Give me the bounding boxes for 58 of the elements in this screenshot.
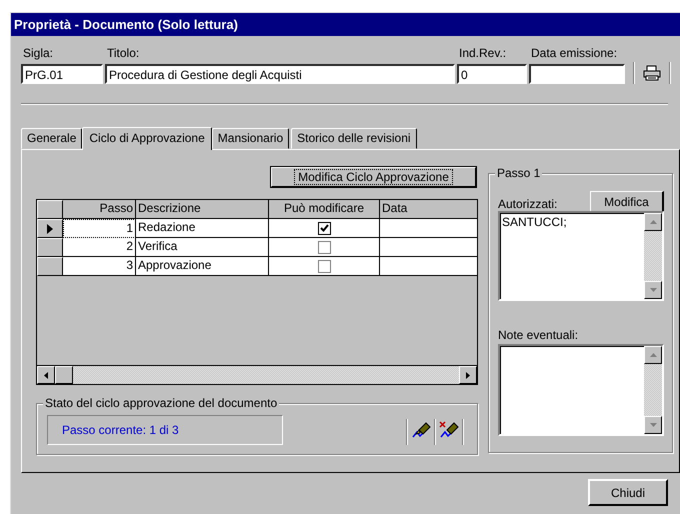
list-item[interactable]: SANTUCCI; [502,215,567,229]
scroll-up-button[interactable] [644,213,662,231]
field-label: Autorizzati: [498,197,558,211]
table-cell: 3 [63,257,136,276]
scroll-right-button[interactable] [459,366,477,384]
row-header[interactable] [37,219,63,238]
field-label: Note eventuali: [498,328,580,342]
notes-field[interactable] [498,344,664,436]
up-arrow-icon [650,353,656,357]
right-arrow-icon [466,372,470,378]
row-header[interactable] [37,238,63,257]
scroll-down-button[interactable] [644,281,662,299]
row-header [37,200,63,219]
scroll-up-button[interactable] [644,346,662,364]
printer-icon[interactable] [643,65,661,81]
row-header[interactable] [37,257,63,276]
text-field[interactable] [529,64,625,84]
vertical-scrollbar[interactable] [644,213,662,299]
group-title: Passo 1 [495,166,542,180]
up-arrow-icon [650,220,656,224]
horizontal-scrollbar[interactable] [37,365,477,384]
table-cell: Redazione [136,219,269,238]
pen-signature-icon[interactable] [411,421,431,439]
current-step-field: Passo corrente: 1 di 3 [47,415,283,445]
text-field[interactable]: 0 [457,64,527,84]
field-label: Data emissione: [530,45,618,61]
scroll-down-button[interactable] [644,416,662,434]
checkbox[interactable] [318,222,330,234]
authorized-list[interactable]: SANTUCCI; [498,211,664,301]
table-cell: Verifica [136,238,269,257]
window-title: Proprietà - Documento (Solo lettura) [11,13,680,36]
vertical-scrollbar[interactable] [644,346,662,434]
pen-cross-icon[interactable] [439,421,459,439]
field-label: Titolo: [106,45,140,61]
table-cell: Approvazione [136,257,269,276]
down-arrow-icon [650,423,656,427]
left-arrow-icon [44,372,48,378]
tab[interactable]: Ciclo di Approvazione [82,127,212,150]
tab[interactable]: Mansionario [212,128,290,149]
checkbox[interactable] [318,260,330,272]
field-label: Ind.Rev.: [458,45,508,61]
table-cell: 1 [63,219,136,238]
column-header[interactable]: Passo [63,200,136,219]
field-label: Sigla: [22,45,54,61]
scroll-thumb[interactable] [55,366,73,384]
close-button[interactable]: Chiudi [588,479,668,506]
group-title: Stato del ciclo approvazione del documento [43,396,280,410]
table-cell: 2 [63,238,136,257]
modify-cycle-button[interactable]: Modifica Ciclo Approvazione [271,167,476,187]
column-header[interactable]: Descrizione [136,200,269,219]
tab[interactable]: Storico delle revisioni [291,128,417,149]
scroll-left-button[interactable] [37,366,55,384]
modify-button[interactable]: Modifica [590,191,664,211]
column-header[interactable]: Può modificare [269,200,380,219]
checkbox[interactable] [318,240,330,254]
text-field[interactable]: PrG.01 [21,64,103,84]
text-field[interactable]: Procedura di Gestione degli Acquisti [105,64,455,84]
down-arrow-icon [650,288,656,292]
